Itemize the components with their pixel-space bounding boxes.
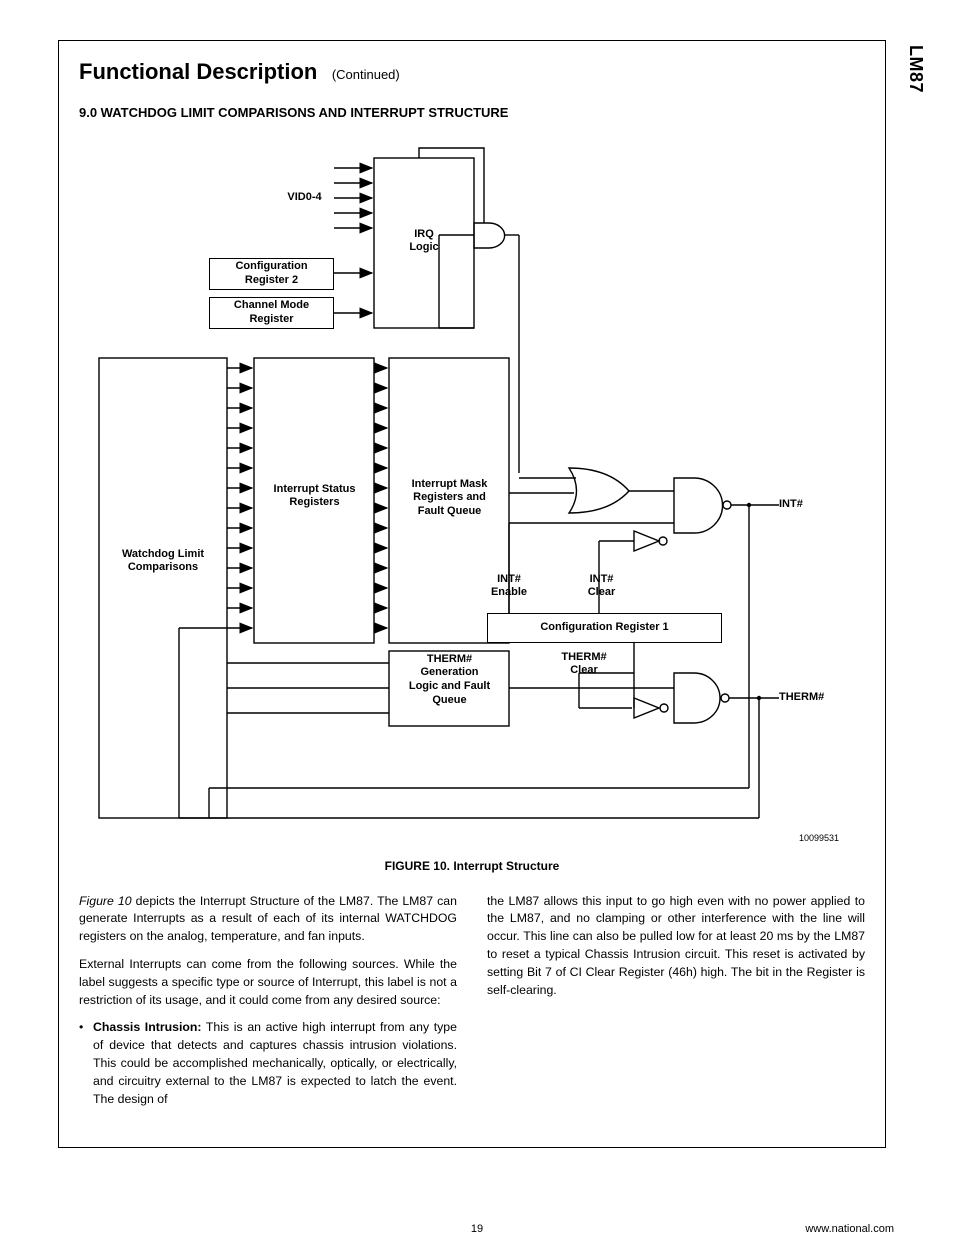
figure-ref: Figure 10 xyxy=(79,894,132,908)
interrupt-structure-diagram: VID0-4 IRQ Logic Configuration Register … xyxy=(79,133,869,853)
subsection-heading: 9.0 WATCHDOG LIMIT COMPARISONS AND INTER… xyxy=(79,103,865,123)
paragraph-2: External Interrupts can come from the fo… xyxy=(79,956,457,1009)
therm-clear-label: THERM# Clear xyxy=(554,651,614,679)
int-clear-label: INT# Clear xyxy=(574,573,629,601)
config-reg1-box: Configuration Register 1 xyxy=(487,613,722,643)
channel-mode-box: Channel Mode Register xyxy=(209,297,334,329)
paragraph-1: Figure 10 depicts the Interrupt Structur… xyxy=(79,893,457,946)
page-frame: Functional Description (Continued) 9.0 W… xyxy=(58,40,886,1148)
section-header: Functional Description (Continued) xyxy=(79,59,865,85)
config-reg2-box: Configuration Register 2 xyxy=(209,258,334,290)
footer-url: www.national.com xyxy=(805,1223,894,1235)
diagram-image-id: 10099531 xyxy=(769,833,839,843)
irq-logic-label: IRQ Logic xyxy=(389,228,459,256)
vid-label: VID0-4 xyxy=(277,191,332,205)
therm-gen-label: THERM# Generation Logic and Fault Queue xyxy=(392,653,507,708)
paragraph-1-text: depicts the Interrupt Structure of the L… xyxy=(79,894,457,944)
bullet-lead: Chassis Intrusion: xyxy=(93,1020,202,1034)
section-continued: (Continued) xyxy=(332,67,400,82)
int-status-label: Interrupt Status Registers xyxy=(257,483,372,511)
int-enable-label: INT# Enable xyxy=(479,573,539,601)
bullet-dot-icon: • xyxy=(79,1019,93,1108)
section-title: Functional Description xyxy=(79,59,317,85)
int-mask-label: Interrupt Mask Registers and Fault Queue xyxy=(392,478,507,519)
column-left: Figure 10 depicts the Interrupt Structur… xyxy=(79,893,457,1109)
part-number-side: LM87 xyxy=(905,45,926,93)
figure-caption: FIGURE 10. Interrupt Structure xyxy=(79,859,865,873)
bullet-text: Chassis Intrusion: This is an active hig… xyxy=(93,1019,457,1108)
bullet-chassis-intrusion: • Chassis Intrusion: This is an active h… xyxy=(79,1019,457,1108)
watchdog-label: Watchdog Limit Comparisons xyxy=(103,548,223,576)
int-output-label: INT# xyxy=(779,498,829,512)
column-right: the LM87 allows this input to go high ev… xyxy=(487,893,865,1109)
paragraph-3: the LM87 allows this input to go high ev… xyxy=(487,893,865,1000)
therm-output-label: THERM# xyxy=(779,691,849,705)
body-columns: Figure 10 depicts the Interrupt Structur… xyxy=(79,893,865,1109)
